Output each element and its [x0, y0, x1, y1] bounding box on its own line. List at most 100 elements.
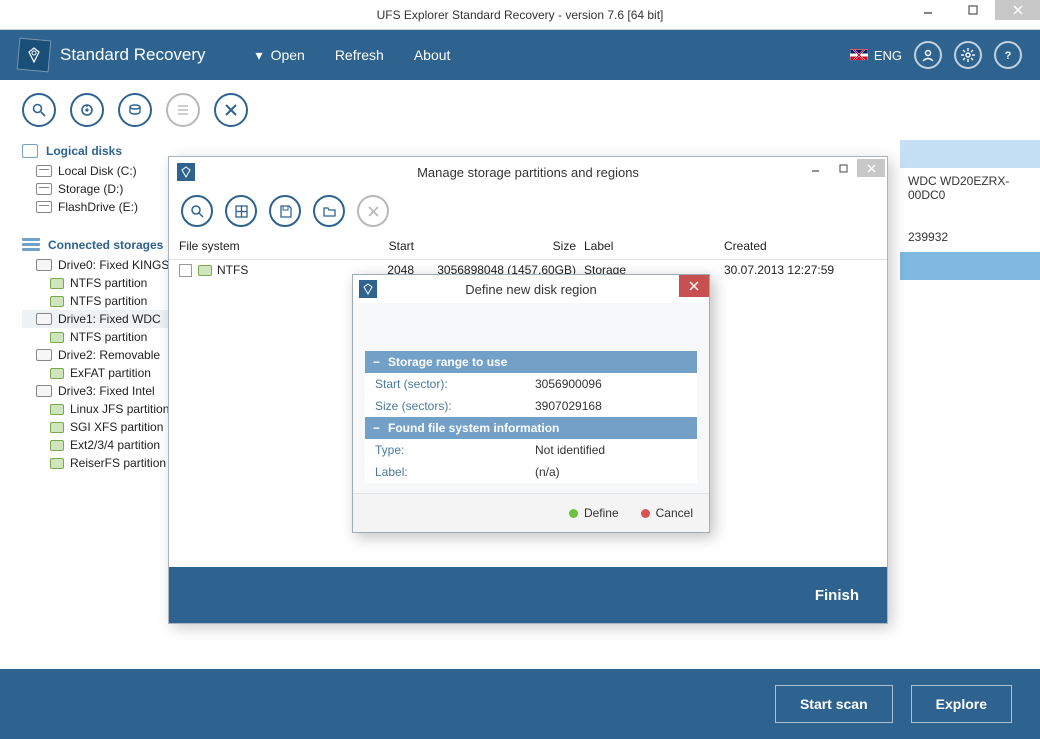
sidebar: Logical disks Local Disk (C:) Storage (D… [0, 140, 170, 669]
define-region-actions: Define Cancel [353, 493, 709, 532]
partition-icon [50, 422, 64, 433]
sidebar-item-drive1-part0[interactable]: NTFS partition [22, 328, 170, 346]
sidebar-item-drive2-part0[interactable]: ExFAT partition [22, 364, 170, 382]
sidebar-item-label: Drive3: Fixed Intel [58, 384, 155, 398]
sidebar-item-drive0-part0[interactable]: NTFS partition [22, 274, 170, 292]
field-value[interactable]: 3907029168 [535, 399, 602, 413]
sidebar-item-flashdrive-e[interactable]: FlashDrive (E:) [22, 198, 170, 216]
search-button[interactable] [22, 93, 56, 127]
menu-about[interactable]: About [414, 47, 451, 64]
sidebar-item-drive3[interactable]: Drive3: Fixed Intel [22, 382, 170, 400]
menu-refresh[interactable]: Refresh [335, 47, 384, 64]
sidebar-item-label: ReiserFS partition [70, 456, 166, 470]
sidebar-item-label: Ext2/3/4 partition [70, 438, 160, 452]
section-connected-storages: Connected storages [22, 234, 170, 256]
explore-button[interactable]: Explore [911, 685, 1012, 723]
partition-icon [50, 458, 64, 469]
sidebar-item-storage-d[interactable]: Storage (D:) [22, 180, 170, 198]
dialog-minimize-button[interactable] [801, 159, 829, 177]
scan-button[interactable] [70, 93, 104, 127]
dialog-icon [177, 163, 195, 181]
field-label: Label: [375, 465, 535, 479]
flag-uk-icon [850, 49, 868, 61]
cancel-button[interactable]: Cancel [641, 506, 693, 520]
window-minimize-button[interactable] [905, 0, 950, 20]
partition-icon [50, 368, 64, 379]
manage-partitions-toolbar [169, 187, 887, 235]
sidebar-item-label: Linux JFS partition [70, 402, 169, 416]
sidebar-item-drive3-part1[interactable]: SGI XFS partition [22, 418, 170, 436]
section-logical-disks: Logical disks [22, 140, 170, 162]
brand-icon [17, 38, 52, 73]
window-maximize-button[interactable] [950, 0, 995, 20]
ok-dot-icon [569, 509, 578, 518]
section-filesystem-info[interactable]: −Found file system information [365, 417, 697, 439]
section-header-label: Found file system information [388, 421, 559, 435]
define-region-close-button[interactable] [679, 275, 709, 297]
sidebar-item-label: ExFAT partition [70, 366, 151, 380]
drive-info-empty [900, 280, 1040, 308]
sidebar-item-label: NTFS partition [70, 276, 147, 290]
storage-icon [22, 238, 40, 252]
define-region-body: −Storage range to use Start (sector):305… [353, 303, 709, 493]
section-storage-range[interactable]: −Storage range to use [365, 351, 697, 373]
field-value[interactable]: 3056900096 [535, 377, 602, 391]
partition-icon [50, 278, 64, 289]
sidebar-item-label: FlashDrive (E:) [58, 200, 138, 214]
sidebar-item-drive3-part2[interactable]: Ext2/3/4 partition [22, 436, 170, 454]
language-selector[interactable]: ENG [850, 48, 902, 63]
sidebar-item-label: NTFS partition [70, 330, 147, 344]
dlg-search-button[interactable] [181, 195, 213, 227]
hdd-icon [36, 259, 52, 271]
define-label: Define [584, 506, 619, 520]
th-filesystem[interactable]: File system [179, 239, 344, 253]
sidebar-item-drive2[interactable]: Drive2: Removable [22, 346, 170, 364]
th-start[interactable]: Start [344, 239, 424, 253]
dialog-icon [359, 280, 377, 298]
define-button[interactable]: Define [569, 506, 619, 520]
connected-storages-label: Connected storages [48, 238, 163, 252]
partition-button[interactable] [118, 93, 152, 127]
sidebar-item-drive1[interactable]: Drive1: Fixed WDC [22, 310, 170, 328]
svg-text:?: ? [1005, 50, 1012, 62]
sidebar-item-local-disk-c[interactable]: Local Disk (C:) [22, 162, 170, 180]
partition-checkbox[interactable] [179, 264, 192, 277]
window-close-button[interactable] [995, 0, 1040, 20]
sidebar-item-drive3-part3[interactable]: ReiserFS partition [22, 454, 170, 472]
dlg-remove-button[interactable] [357, 195, 389, 227]
sidebar-item-drive3-part0[interactable]: Linux JFS partition [22, 400, 170, 418]
cell-fs: NTFS [217, 263, 248, 277]
dlg-grid-button[interactable] [225, 195, 257, 227]
dialog-maximize-button[interactable] [829, 159, 857, 177]
partition-icon [50, 440, 64, 451]
th-label[interactable]: Label [584, 239, 724, 253]
field-value: (n/a) [535, 465, 560, 479]
field-label: Start (sector): [375, 377, 535, 391]
drive-info-model: WDC WD20EZRX-00DC0 [900, 168, 1040, 196]
partition-icon [198, 265, 212, 276]
help-button[interactable]: ? [994, 41, 1022, 69]
user-button[interactable] [914, 41, 942, 69]
dlg-open-button[interactable] [313, 195, 345, 227]
row-label: Label:(n/a) [365, 461, 697, 483]
sidebar-item-drive0[interactable]: Drive0: Fixed KINGSTON [22, 256, 170, 274]
brand: Standard Recovery [18, 39, 206, 71]
partition-icon [50, 332, 64, 343]
define-region-dialog: Define new disk region −Storage range to… [352, 274, 710, 533]
close-button[interactable] [214, 93, 248, 127]
settings-button[interactable] [954, 41, 982, 69]
disk-icon [36, 165, 52, 177]
finish-button[interactable]: Finish [815, 587, 859, 604]
start-scan-button[interactable]: Start scan [775, 685, 893, 723]
disk-icon [36, 183, 52, 195]
sidebar-item-drive0-part1[interactable]: NTFS partition [22, 292, 170, 310]
th-size[interactable]: Size [424, 239, 584, 253]
th-created[interactable]: Created [724, 239, 877, 253]
list-button[interactable] [166, 93, 200, 127]
menu-open[interactable]: ▾Open [256, 47, 305, 64]
row-start-sector: Start (sector):3056900096 [365, 373, 697, 395]
manage-partitions-titlebar: Manage storage partitions and regions [169, 157, 887, 187]
dlg-save-button[interactable] [269, 195, 301, 227]
window-titlebar: UFS Explorer Standard Recovery - version… [0, 0, 1040, 30]
dialog-close-button[interactable] [857, 159, 885, 177]
